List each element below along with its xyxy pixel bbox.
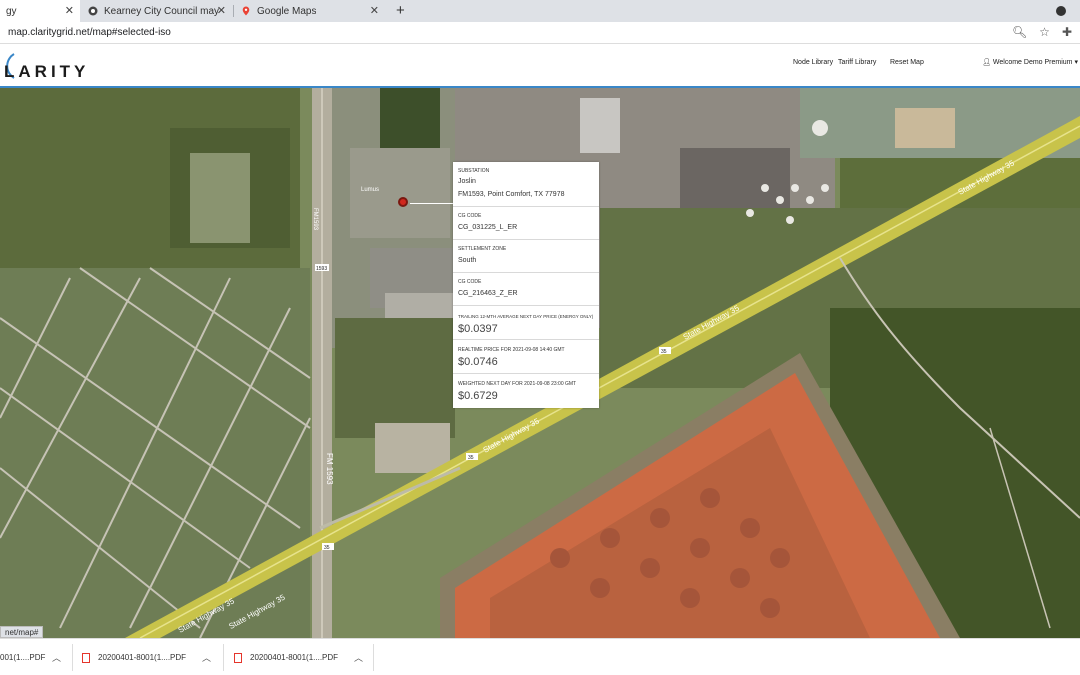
trailing-price-label: TRAILING 12-MTH AVERAGE NEXT DAY PRICE (… xyxy=(458,314,594,319)
nav-reset-map[interactable]: Reset Map xyxy=(890,59,924,66)
substation-label: SUBSTATION xyxy=(458,168,490,174)
user-menu[interactable]: 👤︎ Welcome Demo Premium ▾ xyxy=(982,58,1078,66)
fm-label-1: FM 1593 xyxy=(325,453,334,485)
tab-google-maps[interactable]: Google Maps ✕ xyxy=(235,0,385,22)
realtime-price-label: REALTIME PRICE FOR 2021-09-08 14:40 GMT xyxy=(458,347,565,353)
address-bar-actions: 🔍︎ ☆ ✚ xyxy=(1012,25,1072,39)
node-marker-icon[interactable] xyxy=(398,197,408,207)
weighted-price-section: WEIGHTED NEXT DAY FOR 2021-09-08 23:00 G… xyxy=(453,374,599,408)
sand-lot xyxy=(895,108,955,148)
tab-title: Google Maps xyxy=(257,5,317,17)
substation-name: Joslin xyxy=(458,178,476,185)
zoom-icon[interactable]: 🔍︎ xyxy=(1012,25,1027,39)
download-filename: 20200401-8001(1....PDF xyxy=(98,653,187,662)
address-bar[interactable]: map.claritygrid.net/map#selected-iso 🔍︎ … xyxy=(0,22,1080,44)
tab-clarity[interactable]: gy ✕ xyxy=(0,0,80,22)
logo-text: LARITY xyxy=(4,62,89,81)
cg-code-value-2[interactable]: CG_216463_Z_ER xyxy=(458,290,518,297)
tab-search-icon[interactable] xyxy=(1056,6,1066,16)
realtime-price-section: REALTIME PRICE FOR 2021-09-08 14:40 GMT … xyxy=(453,340,599,374)
cg-code-section-2: CG CODE CG_216463_Z_ER xyxy=(453,273,599,306)
gravel-lot xyxy=(375,423,450,473)
extensions-icon[interactable]: ✚ xyxy=(1062,25,1072,39)
nav-tariff-library[interactable]: Tariff Library xyxy=(838,59,876,66)
cg-code-label-2: CG CODE xyxy=(458,279,482,285)
settlement-zone-section: SETTLEMENT ZONE South xyxy=(453,240,599,273)
download-filename: 001(1....PDF xyxy=(0,653,46,662)
popup-connector-line xyxy=(410,203,453,204)
settlement-zone-value: South xyxy=(458,257,477,264)
download-divider xyxy=(72,644,73,671)
close-icon[interactable]: ✕ xyxy=(65,4,74,17)
nav-node-library[interactable]: Node Library xyxy=(793,59,833,66)
download-item-2[interactable]: 20200401-8001(1....PDF ︿ xyxy=(82,639,222,675)
refinery-building xyxy=(580,98,620,153)
url-text[interactable]: map.claritygrid.net/map#selected-iso xyxy=(8,27,171,38)
pond-area xyxy=(190,153,250,243)
close-icon[interactable]: ✕ xyxy=(370,4,379,17)
shield-label-3: 35 xyxy=(324,545,330,551)
fm-label-2: FM1593 xyxy=(312,208,318,231)
tab-kearney[interactable]: Kearney City Council may sell lan ✕ xyxy=(82,0,232,22)
bookmark-star-icon[interactable]: ☆ xyxy=(1039,25,1050,39)
pdf-file-icon xyxy=(234,652,242,663)
chevron-up-icon[interactable]: ︿ xyxy=(52,651,61,664)
download-divider xyxy=(373,644,374,671)
pdf-file-icon xyxy=(82,652,90,663)
substation-yard xyxy=(350,148,450,238)
substation-section: SUBSTATION Joslin FM1593, Point Comfort,… xyxy=(453,162,599,207)
settlement-zone-label: SETTLEMENT ZONE xyxy=(458,246,507,252)
trees-north xyxy=(380,88,440,158)
news-favicon-icon xyxy=(88,6,98,16)
trailing-price-section: TRAILING 12-MTH AVERAGE NEXT DAY PRICE (… xyxy=(453,306,599,340)
chevron-up-icon[interactable]: ︿ xyxy=(202,651,211,664)
close-icon[interactable]: ✕ xyxy=(217,4,226,17)
node-name-label: Lumus xyxy=(361,187,379,193)
cg-code-label-1: CG CODE xyxy=(458,213,482,219)
chevron-up-icon[interactable]: ︿ xyxy=(354,651,363,664)
weighted-price-label: WEIGHTED NEXT DAY FOR 2021-09-08 23:00 G… xyxy=(458,381,577,387)
shield-label-2: 35 xyxy=(661,349,667,355)
tab-title: Kearney City Council may sell lan xyxy=(104,5,219,17)
clarity-logo[interactable]: LARITY xyxy=(0,50,125,87)
google-maps-icon xyxy=(242,6,250,16)
trailing-price-value: $0.0397 xyxy=(458,323,498,335)
download-shelf: 001(1....PDF ︿ 20200401-8001(1....PDF ︿ … xyxy=(0,638,1080,675)
weighted-price-value: $0.6729 xyxy=(458,390,498,402)
node-info-popup: SUBSTATION Joslin FM1593, Point Comfort,… xyxy=(453,162,599,408)
download-item-1[interactable]: 001(1....PDF ︿ xyxy=(0,639,70,675)
substation-address: FM1593, Point Comfort, TX 77978 xyxy=(458,191,565,198)
user-icon: 👤︎ xyxy=(982,59,991,66)
shield-label-1: 35 xyxy=(468,455,474,461)
download-divider xyxy=(223,644,224,671)
cg-code-value-1[interactable]: CG_031225_L_ER xyxy=(458,224,517,231)
link-status-bubble: net/map# xyxy=(0,626,44,638)
download-item-3[interactable]: 20200401-8001(1....PDF ︿ xyxy=(234,639,374,675)
realtime-price-value: $0.0746 xyxy=(458,356,498,368)
welcome-label: Welcome Demo Premium xyxy=(992,59,1073,66)
scrub-area xyxy=(335,318,455,438)
app-header xyxy=(0,44,1080,88)
cg-code-section-1: CG CODE CG_031225_L_ER xyxy=(453,207,599,240)
tab-title: gy xyxy=(6,5,17,17)
download-filename: 20200401-8001(1....PDF xyxy=(250,653,339,662)
new-tab-icon[interactable]: + xyxy=(396,2,405,19)
tab-divider xyxy=(233,5,234,17)
caret-down-icon: ▾ xyxy=(1074,59,1078,66)
shield-label-4: 1593 xyxy=(316,266,327,272)
browser-tab-strip: gy ✕ Kearney City Council may sell lan ✕… xyxy=(0,0,1080,22)
